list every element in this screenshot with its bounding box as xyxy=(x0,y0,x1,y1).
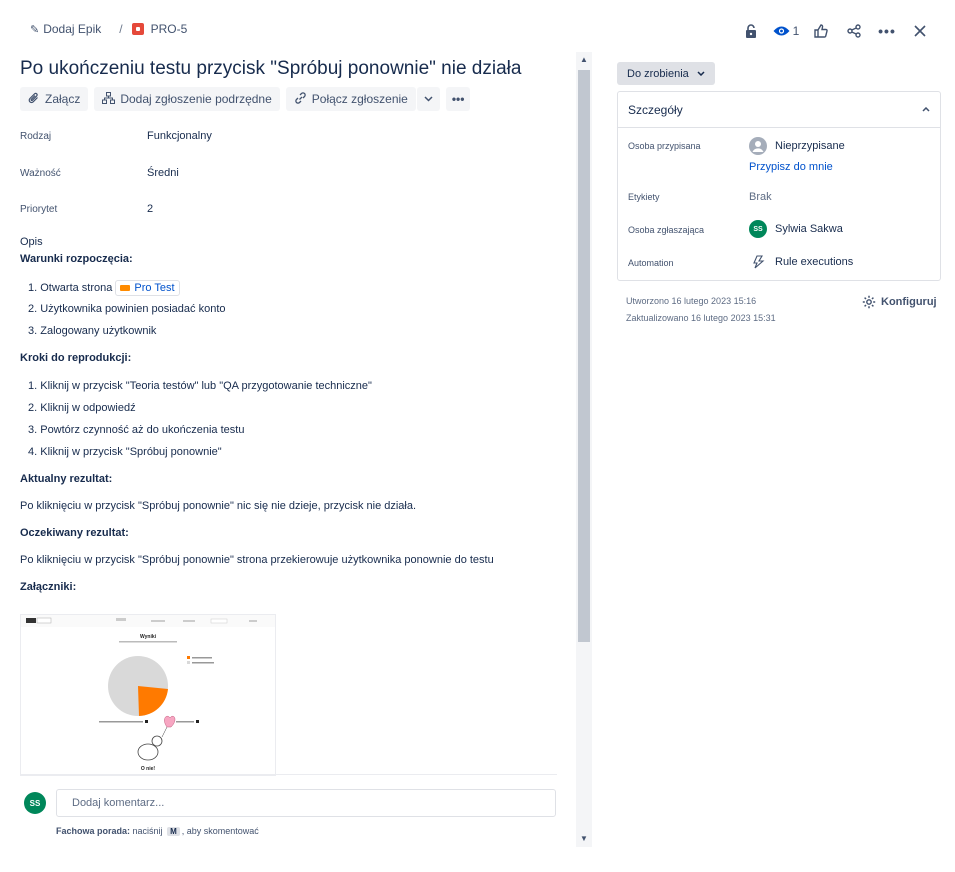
comment-divider xyxy=(20,774,557,775)
expected-result-text: Po kliknięciu w przycisk "Spróbuj ponown… xyxy=(20,554,494,566)
status-dropdown[interactable]: Do zrobienia xyxy=(617,62,715,85)
attachment-heading: Wyniki xyxy=(140,634,157,640)
attachments-heading: Załączniki: xyxy=(20,581,77,593)
assignee-text: Nieprzypisane xyxy=(775,140,845,152)
chevron-up-icon xyxy=(922,107,930,112)
actual-result-heading: Aktualny rezultat: xyxy=(20,473,113,485)
details-header[interactable]: Szczegóły xyxy=(618,92,940,128)
labels-value[interactable]: Brak xyxy=(749,191,772,203)
assignee-label: Osoba przypisana xyxy=(628,141,701,151)
actual-result-text: Po kliknięciu w przycisk "Spróbuj ponown… xyxy=(20,500,417,512)
close-icon[interactable] xyxy=(907,20,933,42)
updated-date: Zaktualizowano 16 lutego 2023 15:31 xyxy=(626,313,776,323)
field-value-type[interactable]: Funkcjonalny xyxy=(147,130,212,142)
avatar: SS xyxy=(24,792,46,814)
automation-value[interactable]: Rule executions xyxy=(749,255,853,269)
expected-result-heading: Oczekiwany rezultat: xyxy=(20,527,129,539)
lock-icon[interactable] xyxy=(738,20,764,42)
issue-key-link[interactable]: PRO-5 xyxy=(151,22,188,36)
precondition-item: 3. Zalogowany użytkownik xyxy=(28,325,157,337)
assignee-value[interactable]: Nieprzypisane xyxy=(749,137,845,155)
shortcut-key: M xyxy=(167,827,180,836)
breadcrumb: ✎ Dodaj Epik / PRO-5 xyxy=(30,22,187,36)
step-item: 2. Kliknij w odpowiedź xyxy=(28,402,136,414)
step-item: 1. Kliknij w przycisk "Teoria testów" lu… xyxy=(28,380,372,392)
labels-label: Etykiety xyxy=(628,192,660,202)
pro-tip: Fachowa porada: naciśnij M, aby skomento… xyxy=(56,826,259,836)
lightning-icon xyxy=(753,255,765,269)
link-icon xyxy=(294,91,307,107)
configure-label: Konfiguruj xyxy=(881,296,937,308)
steps-heading: Kroki do reprodukcji: xyxy=(20,352,132,364)
issue-toolbar: 1 ••• xyxy=(731,20,933,42)
add-child-issue-label: Dodaj zgłoszenie podrzędne xyxy=(120,92,272,106)
watch-count: 1 xyxy=(792,24,800,38)
attach-button[interactable]: Załącz xyxy=(20,87,89,111)
more-icon[interactable]: ••• xyxy=(874,20,900,42)
precondition-item: 1. Otwarta strona Pro Test xyxy=(28,280,180,296)
details-panel: Szczegóły Osoba przypisana Nieprzypisane… xyxy=(617,91,941,281)
field-label-priority: Priorytet xyxy=(20,204,58,215)
more-actions-button[interactable]: ••• xyxy=(445,87,471,111)
pro-test-link[interactable]: Pro Test xyxy=(115,280,180,296)
like-icon[interactable] xyxy=(808,20,834,42)
field-label-type: Rodzaj xyxy=(20,131,52,142)
scroll-up-icon[interactable]: ▲ xyxy=(576,55,592,64)
favicon-icon xyxy=(120,285,131,291)
scrollbar-thumb[interactable] xyxy=(578,70,590,642)
issue-title[interactable]: Po ukończeniu testu przycisk "Spróbuj po… xyxy=(20,58,521,80)
assign-to-me-link[interactable]: Przypisz do mnie xyxy=(749,161,833,173)
watch-button[interactable]: 1 xyxy=(771,20,801,42)
field-label-severity: Ważność xyxy=(20,168,61,179)
bug-issue-type-icon xyxy=(131,23,144,35)
created-date: Utworzono 16 lutego 2023 15:16 xyxy=(626,296,757,306)
scroll-down-icon[interactable]: ▼ xyxy=(576,834,592,843)
reporter-value[interactable]: SS Sylwia Sakwa xyxy=(749,220,843,238)
chevron-down-icon xyxy=(424,96,433,102)
configure-button[interactable]: Konfiguruj xyxy=(862,295,937,309)
reporter-label: Osoba zgłaszająca xyxy=(628,225,705,235)
paperclip-icon xyxy=(28,92,40,107)
attach-label: Załącz xyxy=(45,92,81,106)
unassigned-avatar-icon xyxy=(749,137,767,155)
comment-input[interactable]: Dodaj komentarz... xyxy=(56,789,556,817)
add-epic-link[interactable]: Dodaj Epik xyxy=(43,22,101,36)
details-title: Szczegóły xyxy=(628,102,683,117)
hierarchy-icon xyxy=(102,91,116,107)
field-value-priority[interactable]: 2 xyxy=(147,203,153,215)
precondition-item: 2. Użytkownika powinien posiadać konto xyxy=(28,303,226,315)
gear-icon xyxy=(862,295,876,309)
link-issue-label: Połącz zgłoszenie xyxy=(311,92,408,106)
precondition-text: 1. Otwarta strona xyxy=(28,282,113,294)
description-label: Opis xyxy=(20,236,43,248)
automation-label: Automation xyxy=(628,258,674,268)
step-item: 4. Kliknij w przycisk "Spróbuj ponownie" xyxy=(28,446,222,458)
attachment-preview: Wyniki O nie! xyxy=(21,615,275,772)
field-value-severity[interactable]: Średni xyxy=(147,167,179,179)
issue-actions: Załącz Dodaj zgłoszenie podrzędne Połącz… xyxy=(20,87,471,111)
attachment-caption: O nie! xyxy=(141,766,156,772)
comment-placeholder: Dodaj komentarz... xyxy=(72,797,165,809)
pro-tip-text: naciśnij xyxy=(132,826,163,836)
link-dropdown-button[interactable] xyxy=(416,87,440,111)
breadcrumb-separator: / xyxy=(119,22,123,36)
pro-test-link-text: Pro Test xyxy=(134,282,175,294)
pro-tip-bold: Fachowa porada: xyxy=(56,826,131,836)
add-child-issue-button[interactable]: Dodaj zgłoszenie podrzędne xyxy=(94,87,280,111)
step-item: 3. Powtórz czynność aż do ukończenia tes… xyxy=(28,424,245,436)
pro-tip-text-end: , aby skomentować xyxy=(181,826,259,836)
preconditions-heading: Warunki rozpoczęcia: xyxy=(20,253,133,265)
pencil-icon: ✎ xyxy=(30,23,40,36)
avatar: SS xyxy=(749,220,767,238)
automation-text: Rule executions xyxy=(775,256,854,268)
chevron-down-icon xyxy=(697,71,705,76)
status-label: Do zrobienia xyxy=(627,67,689,80)
reporter-text: Sylwia Sakwa xyxy=(775,223,843,235)
eye-icon xyxy=(773,26,790,36)
share-icon[interactable] xyxy=(841,20,867,42)
link-issue-button[interactable]: Połącz zgłoszenie xyxy=(285,87,416,111)
attachment-thumbnail[interactable]: Wyniki O nie! xyxy=(20,614,276,776)
